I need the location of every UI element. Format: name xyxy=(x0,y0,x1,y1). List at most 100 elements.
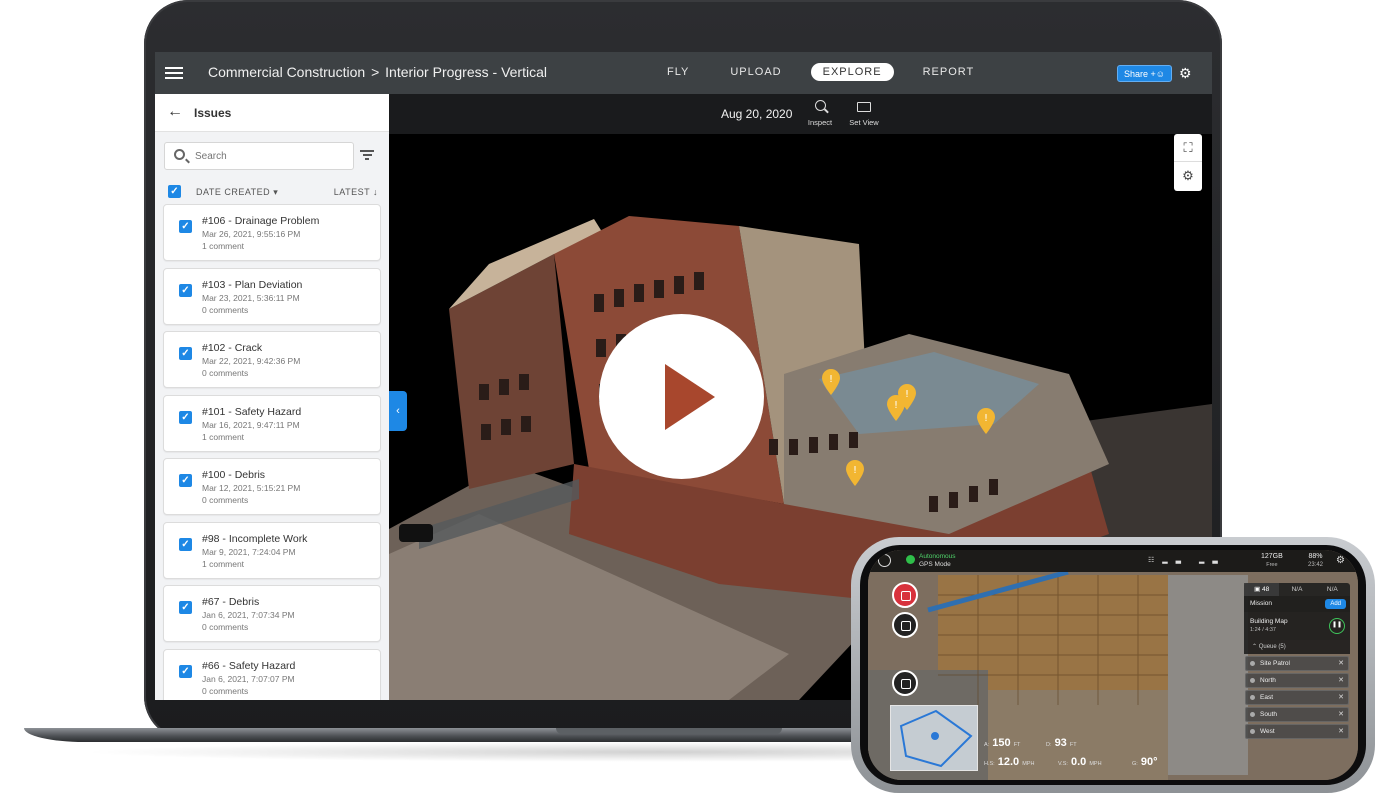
record-button-icon[interactable] xyxy=(892,582,918,608)
issue-card[interactable]: ✓ #102 - Crack Mar 22, 2021, 9:42:36 PM … xyxy=(163,331,381,388)
distance-readout: D: 93 FT xyxy=(1046,737,1077,749)
hspeed-prefix: H.S: xyxy=(984,761,995,767)
issue-date: Mar 26, 2021, 9:55:16 PM xyxy=(202,229,301,239)
tab-upload[interactable]: UPLOAD xyxy=(718,63,793,81)
issue-list: ✓ #106 - Drainage Problem Mar 26, 2021, … xyxy=(163,204,381,700)
remove-icon[interactable]: ✕ xyxy=(1338,691,1344,704)
mission-panel: ▣ 48 N/A N/A Mission Add Building Map 1:… xyxy=(1244,583,1350,753)
issue-checkbox[interactable]: ✓ xyxy=(179,347,192,360)
filter-icon[interactable] xyxy=(360,150,374,162)
camera-mode-icon[interactable] xyxy=(892,670,918,696)
play-video-button[interactable] xyxy=(599,314,764,479)
sort-by-label: DATE CREATED xyxy=(196,187,271,197)
breadcrumb: Commercial Construction > Interior Progr… xyxy=(208,64,547,80)
storage-sub: Free xyxy=(1266,562,1278,568)
issue-card[interactable]: ✓ #67 - Debris Jan 6, 2021, 7:07:34 PM 0… xyxy=(163,585,381,642)
inspect-tool[interactable]: Inspect xyxy=(800,100,840,127)
issue-card[interactable]: ✓ #66 - Safety Hazard Jan 6, 2021, 7:07:… xyxy=(163,648,381,700)
issue-title: #67 - Debris xyxy=(202,596,260,608)
issue-card[interactable]: ✓ #100 - Debris Mar 12, 2021, 5:15:21 PM… xyxy=(163,458,381,515)
issue-checkbox[interactable]: ✓ xyxy=(179,664,192,678)
issue-checkbox[interactable]: ✓ xyxy=(179,537,192,551)
remove-icon[interactable]: ✕ xyxy=(1338,708,1344,721)
remove-icon[interactable]: ✕ xyxy=(1338,657,1344,670)
mission-name: Building Map xyxy=(1250,618,1288,625)
sort-order-toggle[interactable]: LATEST ↓ xyxy=(334,187,378,197)
breadcrumb-project[interactable]: Commercial Construction xyxy=(208,64,365,80)
tab-video[interactable]: N/A xyxy=(1279,583,1314,596)
collapse-sidebar-chevron-icon[interactable]: ‹ xyxy=(389,391,407,431)
share-button[interactable]: Share +☺ xyxy=(1117,65,1172,82)
tab-report[interactable]: REPORT xyxy=(911,63,987,81)
robot-control-icon[interactable] xyxy=(892,612,918,638)
set-view-tool[interactable]: Set View xyxy=(844,100,884,127)
tab-explore[interactable]: EXPLORE xyxy=(810,63,894,81)
caret-down-icon: ▾ xyxy=(273,187,279,197)
queue-item[interactable]: West ✕ xyxy=(1245,724,1349,739)
issue-comments: 0 comments xyxy=(202,495,249,505)
select-all-checkbox[interactable]: ✓ xyxy=(168,185,181,198)
capture-date[interactable]: Aug 20, 2020 xyxy=(721,107,792,121)
share-label: Share xyxy=(1124,69,1149,79)
queue-header[interactable]: ⌃ Queue (5) xyxy=(1244,640,1350,654)
queue-item[interactable]: Site Patrol ✕ xyxy=(1245,656,1349,671)
sort-by-dropdown[interactable]: DATE CREATED ▾ xyxy=(196,187,278,198)
issue-checkbox[interactable]: ✓ xyxy=(179,601,192,614)
issue-checkbox[interactable]: ✓ xyxy=(179,410,192,424)
tab-location[interactable]: N/A xyxy=(1315,583,1350,596)
current-mission[interactable]: Building Map 1:24 / 4:37 ❚❚ xyxy=(1244,612,1350,640)
issue-card[interactable]: ✓ #106 - Drainage Problem Mar 26, 2021, … xyxy=(163,204,381,261)
mini-map[interactable] xyxy=(890,705,978,771)
issue-checkbox[interactable]: ✓ xyxy=(179,220,192,233)
issue-checkbox[interactable]: ✓ xyxy=(179,283,192,297)
tab-location-label: N/A xyxy=(1326,586,1338,593)
remove-icon[interactable]: ✕ xyxy=(1338,674,1344,687)
remove-icon[interactable]: ✕ xyxy=(1338,725,1344,738)
tab-photos[interactable]: ▣ 48 xyxy=(1244,583,1280,596)
warning-pin-icon[interactable]: ! xyxy=(820,368,842,396)
inspect-label: Inspect xyxy=(807,118,833,127)
warning-pin-icon[interactable]: ! xyxy=(975,407,997,435)
tab-fly[interactable]: FLY xyxy=(655,63,701,81)
pause-icon[interactable]: ❚❚ xyxy=(1329,618,1345,634)
focus-frame-icon[interactable]: ⛶ xyxy=(1174,134,1202,162)
inspect-magnifier-icon xyxy=(800,100,840,116)
settings-gear-icon[interactable]: ⚙ xyxy=(1179,66,1193,80)
back-arrow-icon[interactable]: ← xyxy=(167,103,183,121)
top-navigation-bar: Commercial Construction > Interior Progr… xyxy=(155,52,1212,94)
queue-item[interactable]: South ✕ xyxy=(1245,707,1349,722)
queue-item-label: North xyxy=(1260,677,1276,684)
compass-arrow-icon[interactable] xyxy=(878,554,891,567)
queue-item-label: East xyxy=(1260,694,1274,701)
search-input[interactable] xyxy=(193,148,343,164)
queue-item[interactable]: North ✕ xyxy=(1245,673,1349,688)
issue-date: Jan 6, 2021, 7:07:07 PM xyxy=(202,673,295,684)
issue-comments: 1 comment xyxy=(202,241,245,251)
queue-item-label: West xyxy=(1260,728,1275,735)
view-settings-gear-icon[interactable]: ⚙ xyxy=(1174,162,1202,190)
issue-card[interactable]: ✓ #98 - Incomplete Work Mar 9, 2021, 7:2… xyxy=(163,521,381,579)
issue-card[interactable]: ✓ #103 - Plan Deviation Mar 23, 2021, 5:… xyxy=(163,267,381,325)
queue-label: Queue (5) xyxy=(1258,644,1286,650)
storage-indicator: 127GB Free xyxy=(1261,553,1283,569)
distance-prefix: D: xyxy=(1046,742,1052,748)
issue-comments: 1 comment xyxy=(202,558,245,569)
issue-checkbox[interactable]: ✓ xyxy=(179,474,192,487)
distance-unit: FT xyxy=(1069,742,1077,748)
vspeed-prefix: V.S: xyxy=(1058,761,1068,767)
issue-title: #102 - Crack xyxy=(202,342,263,354)
hamburger-menu-icon[interactable] xyxy=(165,64,183,80)
issue-comments: 0 comments xyxy=(202,685,249,696)
issue-comments: 0 comments xyxy=(202,368,249,378)
drone-settings-gear-icon[interactable]: ⚙ xyxy=(1336,555,1345,566)
warning-pin-icon[interactable]: ! xyxy=(896,383,918,411)
issue-title: #103 - Plan Deviation xyxy=(202,278,303,291)
queue-item[interactable]: East ✕ xyxy=(1245,690,1349,705)
drone-status-bar: Autonomous GPS Mode ☷▂▃ ▂▃ 127GB Free 88… xyxy=(868,550,1358,572)
flight-mode[interactable]: Autonomous GPS Mode xyxy=(919,553,956,569)
add-mission-button[interactable]: Add xyxy=(1325,599,1346,609)
issue-card[interactable]: ✓ #101 - Safety Hazard Mar 16, 2021, 9:4… xyxy=(163,394,381,452)
main-tabs: FLY UPLOAD EXPLORE REPORT xyxy=(655,63,1003,81)
warning-pin-icon[interactable]: ! xyxy=(844,459,866,487)
vertical-speed-readout: V.S: 0.0 MPH xyxy=(1058,756,1102,768)
